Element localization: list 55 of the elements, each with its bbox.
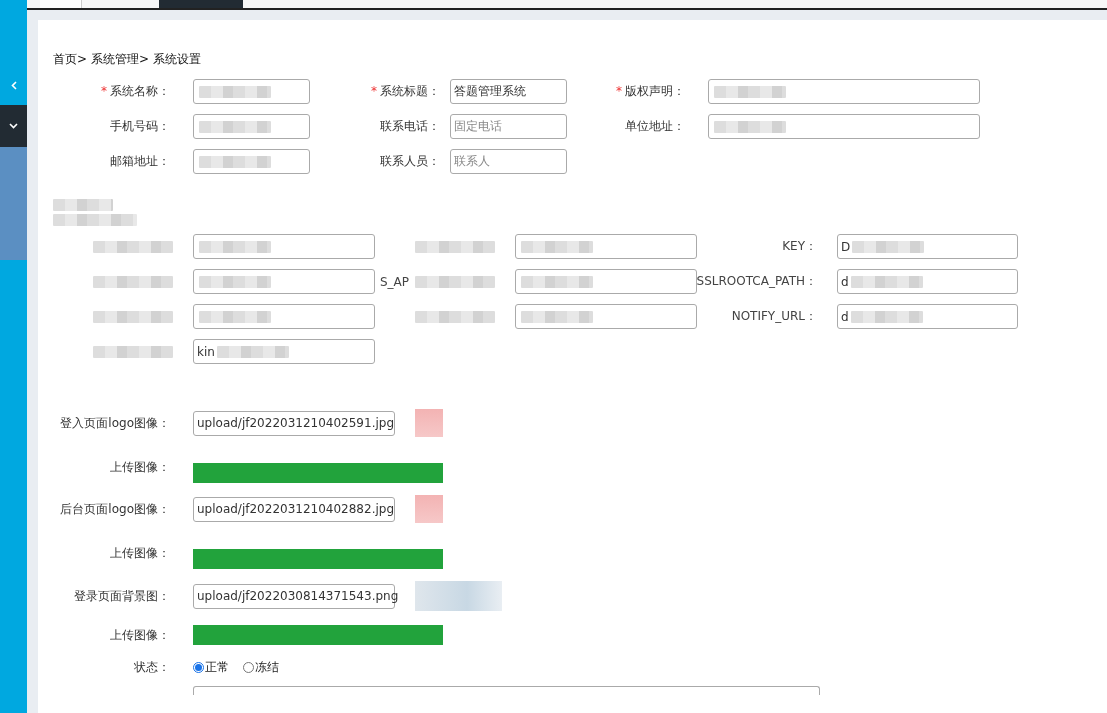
text-field[interactable] — [515, 269, 697, 294]
tab[interactable] — [40, 0, 82, 8]
text-field[interactable] — [515, 234, 697, 259]
field-label: 后台页面logo图像： — [60, 501, 170, 516]
field-label: 上传图像： — [110, 459, 170, 474]
image-thumbnail — [415, 409, 443, 437]
image-thumbnail — [415, 495, 443, 523]
field-label: 登录页面背景图： — [74, 588, 170, 603]
field-label: 手机号码： — [110, 119, 170, 133]
breadcrumb-item[interactable]: 首页> — [53, 50, 88, 68]
text-field[interactable]: d — [837, 304, 1018, 329]
text-field[interactable]: 固定电话 — [450, 114, 567, 139]
radio-icon[interactable] — [193, 662, 204, 673]
redacted-block — [53, 199, 113, 211]
field-label: 版权声明： — [625, 84, 685, 98]
field-label: SSLROOTCA_PATH： — [696, 273, 817, 290]
text-field[interactable] — [708, 79, 980, 104]
field-label: S_AP — [380, 274, 410, 289]
field-label: 上传图像： — [110, 627, 170, 642]
field-label: 单位地址： — [625, 119, 685, 133]
field-label: 邮箱地址： — [110, 154, 170, 168]
text-field[interactable] — [193, 686, 820, 695]
field-label: 状态： — [134, 660, 170, 674]
field-label: 登入页面logo图像： — [60, 415, 170, 430]
field-label: NOTIFY_URL： — [731, 308, 817, 325]
breadcrumb-item[interactable]: 系统设置 — [153, 50, 202, 68]
radio-option[interactable]: 冻结 — [243, 659, 279, 676]
radio-option[interactable]: 正常 — [193, 659, 229, 676]
text-field[interactable]: D — [837, 234, 1018, 259]
text-field[interactable] — [193, 304, 375, 329]
field-label: 系统标题： — [380, 84, 440, 98]
breadcrumb-item[interactable]: 系统管理> — [91, 50, 150, 68]
text-field[interactable]: kin — [193, 339, 375, 364]
text-field[interactable] — [193, 269, 375, 294]
chevron-left-icon[interactable] — [10, 80, 17, 90]
text-field[interactable] — [708, 114, 980, 139]
field-label: 系统名称： — [110, 84, 170, 98]
text-field[interactable] — [193, 234, 375, 259]
required-mark: * — [616, 84, 622, 98]
text-field[interactable] — [193, 149, 310, 174]
required-mark: * — [101, 84, 107, 98]
text-field[interactable]: 答题管理系统 — [450, 79, 567, 104]
text-field[interactable]: upload/jf2022031210402591.jpg — [193, 410, 395, 436]
text-field[interactable]: 联系人 — [450, 149, 567, 174]
field-label: KEY： — [782, 238, 817, 255]
text-field[interactable]: d — [837, 269, 1018, 294]
required-mark: * — [371, 84, 377, 98]
field-label: 联系电话： — [380, 119, 440, 133]
field-label: 联系人员： — [380, 154, 440, 168]
chevron-down-icon[interactable] — [9, 123, 18, 129]
field-label: 上传图像： — [110, 545, 170, 560]
text-field[interactable]: upload/jf2022031210402882.jpg — [193, 496, 395, 522]
text-field[interactable] — [515, 304, 697, 329]
text-field[interactable] — [193, 114, 310, 139]
text-field[interactable] — [193, 79, 310, 104]
